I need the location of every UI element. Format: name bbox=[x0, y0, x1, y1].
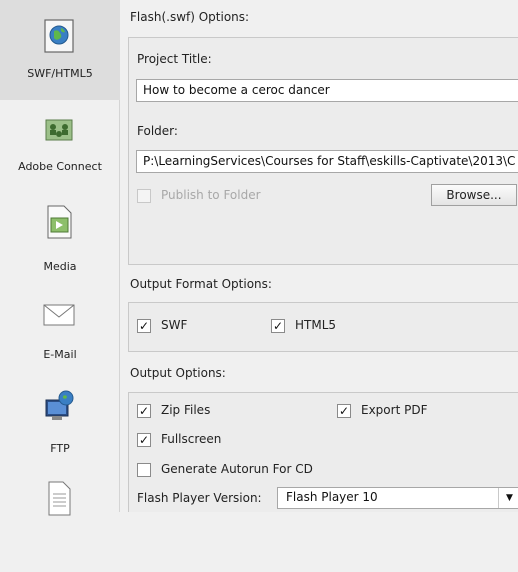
sidebar-item-swf-html5[interactable]: SWF/HTML5 bbox=[0, 0, 120, 100]
sidebar-item-print[interactable] bbox=[0, 478, 120, 572]
ftp-computer-icon bbox=[42, 388, 76, 424]
media-file-icon bbox=[42, 204, 76, 240]
sidebar-item-label: FTP bbox=[50, 442, 70, 455]
flash-version-value: Flash Player 10 bbox=[286, 490, 378, 504]
export-pdf-checkbox[interactable]: ✓ bbox=[337, 404, 351, 418]
folder-label: Folder: bbox=[137, 124, 178, 138]
fullscreen-label: Fullscreen bbox=[161, 432, 222, 446]
zip-files-label: Zip Files bbox=[161, 403, 211, 417]
globe-document-icon bbox=[42, 18, 76, 54]
flash-options-panel: Project Title: How to become a ceroc dan… bbox=[128, 37, 518, 265]
sidebar-item-adobe-connect[interactable]: Adobe Connect bbox=[0, 100, 120, 194]
sidebar-item-ftp[interactable]: FTP bbox=[0, 384, 120, 478]
publish-to-folder-checkbox[interactable] bbox=[137, 189, 151, 203]
publish-to-folder-label: Publish to Folder bbox=[161, 188, 261, 202]
sidebar-item-label: Adobe Connect bbox=[18, 160, 102, 173]
folder-input[interactable]: P:\LearningServices\Courses for Staff\es… bbox=[136, 150, 518, 173]
chevron-down-icon[interactable]: ▼ bbox=[498, 488, 518, 508]
publish-sidebar: SWF/HTML5 Adobe Connect Media E-Mail FTP bbox=[0, 0, 120, 516]
flash-version-select[interactable]: Flash Player 10 ▼ bbox=[277, 487, 518, 509]
project-title-label: Project Title: bbox=[137, 52, 212, 66]
output-format-header: Output Format Options: bbox=[130, 277, 272, 291]
output-format-panel: ✓ SWF ✓ HTML5 bbox=[128, 302, 518, 352]
swf-label: SWF bbox=[161, 318, 188, 332]
project-title-input[interactable]: How to become a ceroc dancer bbox=[136, 79, 518, 102]
zip-files-checkbox[interactable]: ✓ bbox=[137, 404, 151, 418]
sidebar-item-media[interactable]: Media bbox=[0, 194, 120, 288]
flash-options-header: Flash(.swf) Options: bbox=[130, 10, 250, 24]
html5-label: HTML5 bbox=[295, 318, 337, 332]
flash-version-label: Flash Player Version: bbox=[137, 491, 262, 505]
export-pdf-label: Export PDF bbox=[361, 403, 428, 417]
autorun-label: Generate Autorun For CD bbox=[161, 462, 313, 476]
sidebar-item-label: Media bbox=[43, 260, 77, 273]
sidebar-item-label: E-Mail bbox=[43, 348, 77, 361]
swf-checkbox[interactable]: ✓ bbox=[137, 319, 151, 333]
publish-main: Flash(.swf) Options: Project Title: How … bbox=[121, 0, 518, 512]
sidebar-item-email[interactable]: E-Mail bbox=[0, 290, 120, 384]
browse-button[interactable]: Browse... bbox=[431, 184, 517, 206]
fullscreen-checkbox[interactable]: ✓ bbox=[137, 433, 151, 447]
sidebar-item-label: SWF/HTML5 bbox=[27, 67, 93, 80]
autorun-checkbox[interactable] bbox=[137, 463, 151, 477]
output-options-header: Output Options: bbox=[130, 366, 226, 380]
document-icon bbox=[42, 480, 76, 516]
envelope-icon bbox=[42, 296, 76, 332]
output-options-panel: ✓ Zip Files ✓ Export PDF ✓ Fullscreen Ge… bbox=[128, 392, 518, 512]
network-people-icon bbox=[42, 114, 76, 150]
html5-checkbox[interactable]: ✓ bbox=[271, 319, 285, 333]
